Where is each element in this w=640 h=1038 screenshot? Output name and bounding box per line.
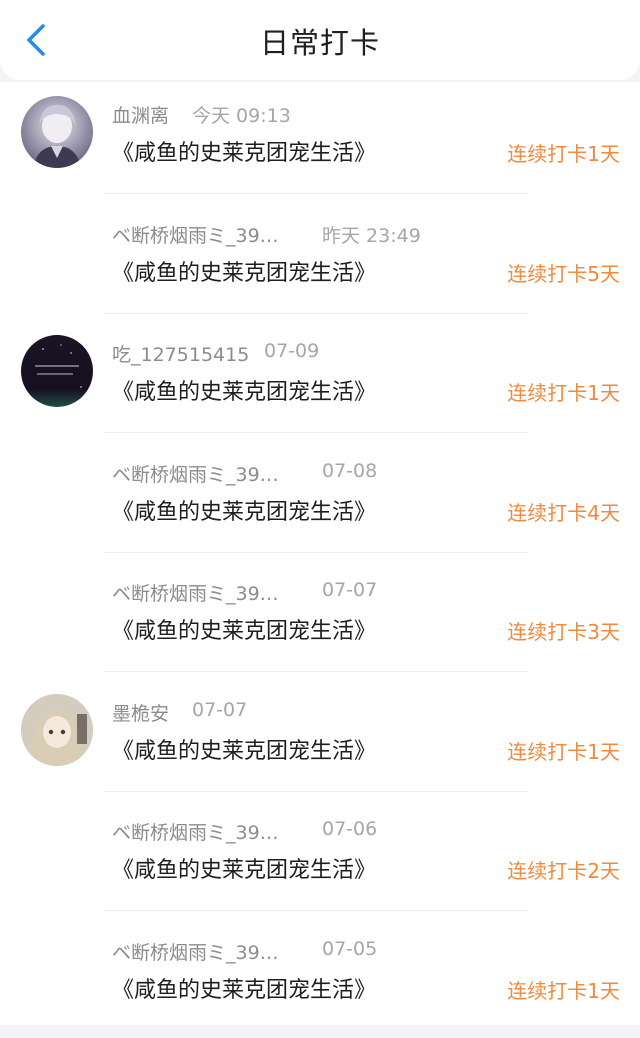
divider bbox=[104, 910, 528, 911]
username[interactable]: ベ断桥烟雨ミ_39… bbox=[112, 460, 279, 487]
book-title[interactable]: 《咸鱼的史莱克团宠生活》 bbox=[112, 613, 376, 645]
timestamp: 07-05 bbox=[322, 938, 377, 960]
book-title[interactable]: 《咸鱼的史莱克团宠生活》 bbox=[112, 852, 376, 884]
timestamp: 07-08 bbox=[322, 460, 377, 482]
book-title[interactable]: 《咸鱼的史莱克团宠生活》 bbox=[112, 494, 376, 526]
streak-label: 连续打卡1天 bbox=[507, 377, 620, 406]
avatar[interactable] bbox=[21, 96, 93, 168]
list-item[interactable]: 吃_127515415 07-09 《咸鱼的史莱克团宠生活》 连续打卡1天 bbox=[0, 321, 640, 441]
divider bbox=[104, 432, 528, 433]
book-title[interactable]: 《咸鱼的史莱克团宠生活》 bbox=[112, 374, 376, 406]
list-item[interactable]: ベ断桥烟雨ミ_39… 07-08 《咸鱼的史莱克团宠生活》 连续打卡4天 bbox=[0, 441, 640, 561]
checkin-meta: 血渊离 今天 09:13 bbox=[112, 101, 169, 129]
streak-label: 连续打卡4天 bbox=[507, 497, 620, 526]
divider bbox=[104, 552, 528, 553]
streak-label: 连续打卡5天 bbox=[507, 258, 620, 287]
timestamp: 今天 09:13 bbox=[192, 101, 291, 128]
checkin-meta: ベ断桥烟雨ミ_39… 07-07 bbox=[112, 579, 279, 607]
timestamp: 07-09 bbox=[264, 340, 319, 362]
divider bbox=[104, 791, 528, 792]
list-item[interactable]: ベ断桥烟雨ミ_39… 07-07 《咸鱼的史莱克团宠生活》 连续打卡3天 bbox=[0, 560, 640, 680]
checkin-meta: 吃_127515415 07-09 bbox=[112, 340, 249, 368]
streak-label: 连续打卡2天 bbox=[507, 855, 620, 884]
checkin-meta: ベ断桥烟雨ミ_39… 昨天 23:49 bbox=[112, 221, 279, 249]
username[interactable]: ベ断桥烟雨ミ_39… bbox=[112, 938, 279, 965]
book-title[interactable]: 《咸鱼的史莱克团宠生活》 bbox=[112, 135, 376, 167]
list-item[interactable]: 血渊离 今天 09:13 《咸鱼的史莱克团宠生活》 连续打卡1天 bbox=[0, 82, 640, 202]
checkin-meta: ベ断桥烟雨ミ_39… 07-05 bbox=[112, 938, 279, 966]
avatar-anime-boy-icon bbox=[21, 96, 93, 168]
streak-label: 连续打卡1天 bbox=[507, 736, 620, 765]
page-title: 日常打卡 bbox=[0, 20, 640, 62]
list-item[interactable]: ベ断桥烟雨ミ_39… 昨天 23:49 《咸鱼的史莱克团宠生活》 连续打卡5天 bbox=[0, 202, 640, 322]
username[interactable]: ベ断桥烟雨ミ_39… bbox=[112, 579, 279, 606]
book-title[interactable]: 《咸鱼的史莱克团宠生活》 bbox=[112, 255, 376, 287]
avatar-night-sky-icon bbox=[21, 335, 93, 407]
avatar-anime-girl-icon bbox=[21, 694, 93, 766]
streak-label: 连续打卡3天 bbox=[507, 616, 620, 645]
book-title[interactable]: 《咸鱼的史莱克团宠生活》 bbox=[112, 733, 376, 765]
avatar[interactable] bbox=[21, 694, 93, 766]
list-item[interactable]: 墨桅安 07-07 《咸鱼的史莱克团宠生活》 连续打卡1天 bbox=[0, 680, 640, 800]
avatar[interactable] bbox=[21, 335, 93, 407]
divider bbox=[104, 313, 528, 314]
streak-label: 连续打卡1天 bbox=[507, 975, 620, 1004]
username[interactable]: 吃_127515415 bbox=[112, 340, 249, 367]
timestamp: 07-07 bbox=[192, 699, 247, 721]
book-title[interactable]: 《咸鱼的史莱克团宠生活》 bbox=[112, 972, 376, 1004]
top-bar: 日常打卡 bbox=[0, 0, 640, 80]
checkin-meta: ベ断桥烟雨ミ_39… 07-08 bbox=[112, 460, 279, 488]
timestamp: 07-07 bbox=[322, 579, 377, 601]
divider bbox=[104, 193, 528, 194]
checkin-meta: ベ断桥烟雨ミ_39… 07-06 bbox=[112, 818, 279, 846]
checkin-list: 血渊离 今天 09:13 《咸鱼的史莱克团宠生活》 连续打卡1天 ベ断桥烟雨ミ_… bbox=[0, 82, 640, 1025]
list-item[interactable]: ベ断桥烟雨ミ_39… 07-05 《咸鱼的史莱克团宠生活》 连续打卡1天 bbox=[0, 919, 640, 1038]
streak-label: 连续打卡1天 bbox=[507, 138, 620, 167]
username[interactable]: ベ断桥烟雨ミ_39… bbox=[112, 818, 279, 845]
list-item[interactable]: ベ断桥烟雨ミ_39… 07-06 《咸鱼的史莱克团宠生活》 连续打卡2天 bbox=[0, 799, 640, 919]
username[interactable]: 墨桅安 bbox=[112, 699, 169, 726]
timestamp: 07-06 bbox=[322, 818, 377, 840]
divider bbox=[104, 671, 528, 672]
checkin-meta: 墨桅安 07-07 bbox=[112, 699, 169, 727]
username[interactable]: 血渊离 bbox=[112, 101, 169, 128]
timestamp: 昨天 23:49 bbox=[322, 221, 421, 248]
username[interactable]: ベ断桥烟雨ミ_39… bbox=[112, 221, 279, 248]
